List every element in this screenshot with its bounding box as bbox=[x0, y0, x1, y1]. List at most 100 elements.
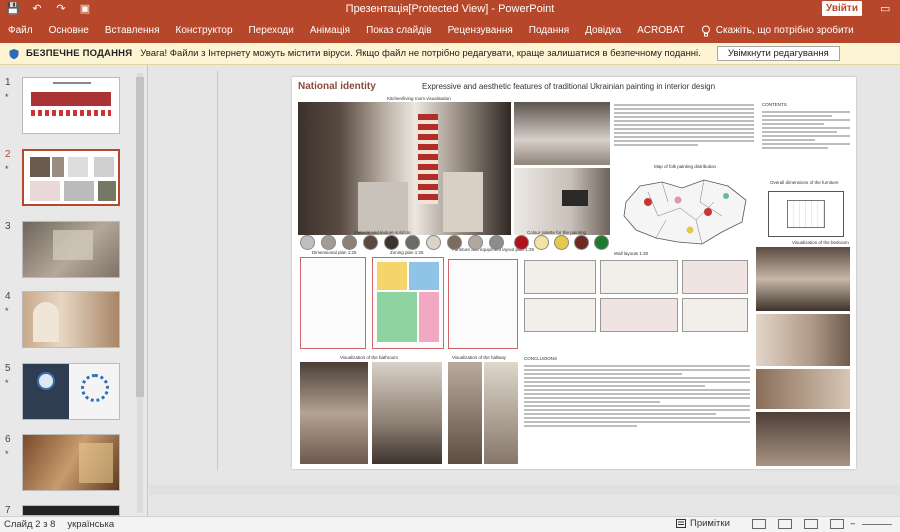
bathroom-image-2 bbox=[372, 362, 442, 464]
kitchen-detail-image-2 bbox=[514, 168, 610, 235]
material-swatch bbox=[405, 235, 420, 250]
slideshow-icon[interactable] bbox=[830, 519, 844, 529]
thumbnail-star: * bbox=[5, 92, 9, 102]
tab-transitions[interactable]: Переходи bbox=[241, 25, 302, 36]
tab-animations[interactable]: Анімація bbox=[302, 25, 358, 36]
tab-insert[interactable]: Вставлення bbox=[97, 25, 168, 36]
material-swatch bbox=[426, 235, 441, 250]
ribbon-tabs: Файл Основне Вставлення Конструктор Пере… bbox=[0, 18, 900, 43]
tab-slideshow[interactable]: Показ слайдів bbox=[358, 25, 440, 36]
bedroom-image-2 bbox=[756, 314, 850, 366]
kitchen-detail-image-1 bbox=[514, 102, 610, 165]
material-swatch bbox=[489, 235, 504, 250]
material-swatch bbox=[447, 235, 462, 250]
hallway-image-2 bbox=[484, 362, 518, 464]
thumbnail-image bbox=[22, 221, 120, 278]
contents-heading: CONTENTS bbox=[762, 102, 787, 107]
tab-view[interactable]: Подання bbox=[521, 25, 577, 36]
protected-view-heading: БЕЗПЕЧНЕ ПОДАННЯ bbox=[26, 48, 133, 59]
zoom-out-button[interactable]: − bbox=[850, 519, 856, 530]
protected-view-bar: БЕЗПЕЧНЕ ПОДАННЯ Увага! Файли з Інтернет… bbox=[0, 43, 900, 65]
thumbnails-scrollbar[interactable] bbox=[135, 73, 145, 513]
material-swatch bbox=[321, 235, 336, 250]
thumbnail-star: * bbox=[5, 449, 9, 459]
zoning-plan-drawing bbox=[372, 257, 444, 349]
thumbnail-star: * bbox=[5, 164, 9, 174]
slide-editor-area: National identity Expressive and aesthet… bbox=[149, 65, 900, 516]
restore-icon[interactable]: ▭ bbox=[880, 2, 890, 15]
wall-layout-1 bbox=[524, 260, 596, 294]
furniture-layout-plan-drawing bbox=[448, 259, 518, 349]
thumbnail-number: 4 bbox=[5, 291, 11, 302]
material-swatch bbox=[342, 235, 357, 250]
reading-view-icon[interactable] bbox=[804, 519, 818, 529]
signin-button[interactable]: Увійти bbox=[822, 1, 862, 16]
contents-list bbox=[762, 109, 850, 169]
furniture-dimensions-drawing bbox=[768, 191, 844, 237]
thumbnail-number: 1 bbox=[5, 77, 11, 88]
language-indicator[interactable]: українська bbox=[67, 519, 114, 530]
thumbnail-image bbox=[22, 77, 120, 134]
slide-subtitle: Expressive and aesthetic features of tra… bbox=[422, 82, 716, 91]
zoom-slider[interactable] bbox=[862, 524, 892, 525]
slide-sorter-icon[interactable] bbox=[778, 519, 792, 529]
conclusions-text bbox=[524, 363, 750, 465]
palette-swatch bbox=[514, 235, 529, 250]
dimensional-plan-drawing bbox=[300, 257, 366, 349]
thumbnail-image bbox=[22, 291, 120, 348]
caption-palette: Colour palette for the painting bbox=[527, 230, 587, 235]
enable-editing-button[interactable]: Увімкнути редагування bbox=[716, 46, 840, 61]
wall-layout-2 bbox=[600, 260, 678, 294]
notes-label: Примітки bbox=[690, 518, 730, 529]
material-swatch bbox=[300, 235, 315, 250]
notes-icon bbox=[676, 519, 686, 528]
tab-home[interactable]: Основне bbox=[41, 25, 97, 36]
palette-swatch bbox=[554, 235, 569, 250]
lightbulb-icon bbox=[701, 25, 710, 36]
tab-acrobat[interactable]: ACROBAT bbox=[629, 25, 693, 36]
thumbnail-number: 2 bbox=[5, 149, 11, 160]
caption-materials: Material and texture solution bbox=[354, 230, 411, 235]
caption-bedroom: Visualization of the bedroom bbox=[792, 240, 849, 245]
caption-conclusions: CONCLUSIONS bbox=[524, 356, 558, 361]
bedroom-image-4 bbox=[756, 412, 850, 466]
thumbnail-image bbox=[22, 434, 120, 491]
horizontal-scrollbar[interactable] bbox=[149, 485, 900, 495]
caption-kitchen: Kitchen/living room visualisation bbox=[387, 96, 451, 101]
view-buttons bbox=[752, 519, 844, 529]
shield-icon bbox=[9, 48, 19, 59]
bedroom-image-3 bbox=[756, 369, 850, 409]
slide-counter: Слайд 2 з 8 bbox=[4, 519, 56, 530]
thumbnail-image bbox=[22, 363, 120, 420]
thumbnail-image bbox=[22, 149, 120, 206]
kitchen-visualization-image bbox=[298, 102, 511, 235]
tab-help[interactable]: Довідка bbox=[577, 25, 629, 36]
tab-file[interactable]: Файл bbox=[0, 25, 41, 36]
thumbnail-star: * bbox=[5, 378, 9, 388]
palette-swatch bbox=[594, 235, 609, 250]
material-swatch bbox=[384, 235, 399, 250]
material-swatch bbox=[468, 235, 483, 250]
slide-title: National identity bbox=[298, 81, 376, 92]
caption-hallway: Visualization of the hallway bbox=[452, 355, 506, 360]
current-slide[interactable]: National identity Expressive and aesthet… bbox=[292, 77, 856, 469]
wall-layout-3 bbox=[682, 260, 748, 294]
thumbnail-number: 5 bbox=[5, 363, 11, 374]
thumbnail-number: 6 bbox=[5, 434, 11, 445]
caption-zoning-plan: Zoning plan 1:25 bbox=[390, 250, 424, 255]
wall-layout-4 bbox=[524, 298, 596, 332]
normal-view-icon[interactable] bbox=[752, 519, 766, 529]
thumbnail-number: 7 bbox=[5, 505, 11, 516]
caption-wall-layouts: Wall layouts 1:30 bbox=[614, 251, 649, 256]
folk-painting-map bbox=[623, 179, 747, 245]
tab-design[interactable]: Конструктор bbox=[168, 25, 241, 36]
wall-layout-5 bbox=[600, 298, 678, 332]
status-bar: Слайд 2 з 8 українська Примітки − bbox=[0, 516, 900, 532]
tell-me-search[interactable]: Скажіть, що потрібно зробити bbox=[693, 25, 854, 37]
tell-me-label: Скажіть, що потрібно зробити bbox=[715, 25, 854, 36]
caption-furniture-dims: Overall dimensions of the furniture bbox=[770, 180, 839, 185]
title-bar: 💾 ↶ ↷ ▣ Презентація[Protected View] - Po… bbox=[0, 0, 900, 18]
scrollbar-thumb[interactable] bbox=[136, 77, 144, 397]
notes-button[interactable]: Примітки bbox=[676, 518, 730, 529]
tab-review[interactable]: Рецензування bbox=[440, 25, 521, 36]
